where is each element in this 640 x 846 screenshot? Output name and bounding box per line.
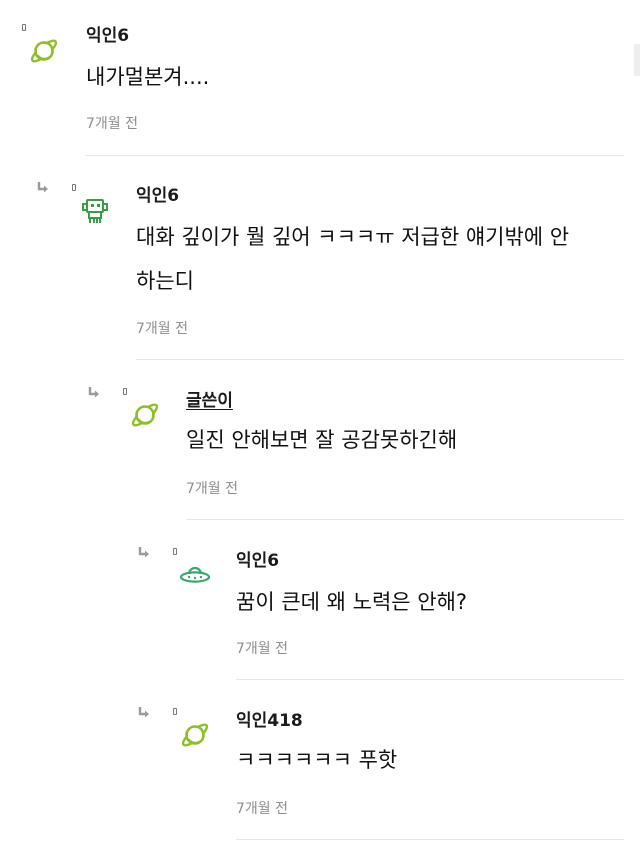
reply-arrow-icon	[137, 545, 151, 559]
comment-timestamp: 7개월 전	[186, 481, 238, 497]
comment-divider	[236, 679, 624, 680]
comment-body: 내가멀본겨....	[86, 58, 209, 96]
comment-author[interactable]: 익인418	[236, 706, 303, 731]
comment-body-line: ㅋㅋㅋㅋㅋㅋ 푸핫	[236, 748, 398, 772]
reply-arrow-icon	[36, 180, 50, 194]
comment-marker-icon	[72, 184, 76, 191]
comment-divider	[86, 155, 624, 156]
comment-body: 꿈이 큰데 왜 노력은 안해?	[236, 583, 467, 621]
comment-divider	[136, 359, 624, 360]
comment-author[interactable]: 익인6	[236, 546, 279, 571]
planet-icon	[128, 398, 162, 432]
comment-timestamp: 7개월 전	[86, 116, 138, 132]
planet-icon	[27, 34, 61, 68]
space-invader-icon	[78, 194, 112, 228]
comment-body-line: 대화 깊이가 뭘 깊어 ㅋㅋㅋㅠ 저급한 얘기밖에 안	[136, 225, 570, 249]
reply-arrow-icon	[137, 705, 151, 719]
comment-divider	[186, 519, 624, 520]
scroll-edge-indicator	[634, 44, 640, 76]
comment-marker-icon	[173, 708, 177, 715]
ufo-icon	[178, 558, 212, 592]
planet-icon	[178, 718, 212, 752]
comment-author[interactable]: 익인6	[86, 21, 129, 46]
comment-author[interactable]: 익인6	[136, 181, 179, 206]
comment-author[interactable]: 글쓴이	[186, 386, 233, 411]
comment-body-line: 하는디	[136, 269, 194, 293]
comment-thread: 익인6 내가멀본겨.... 7개월 전 익인6 대화 깊이가 뭘 깊어 ㅋㅋㅋㅠ…	[0, 0, 640, 846]
comment-body: ㅋㅋㅋㅋㅋㅋ 푸핫	[236, 741, 397, 779]
comment-timestamp: 7개월 전	[236, 641, 288, 657]
reply-arrow-icon	[87, 385, 101, 399]
comment-timestamp: 7개월 전	[236, 801, 288, 817]
comment-divider	[236, 839, 624, 840]
comment-marker-icon	[123, 388, 127, 395]
comment-marker-icon	[22, 24, 26, 31]
comment-timestamp: 7개월 전	[136, 321, 188, 337]
comment-marker-icon	[173, 548, 177, 555]
comment-body-line: 내가멀본겨....	[86, 65, 210, 89]
comment-body-line: 일진 안해보면 잘 공감못하긴해	[186, 428, 458, 452]
comment-body: 대화 깊이가 뭘 깊어 ㅋㅋㅋㅠ 저급한 얘기밖에 안 하는디	[136, 218, 569, 300]
comment-body-line: 꿈이 큰데 왜 노력은 안해?	[236, 590, 468, 614]
comment-body: 일진 안해보면 잘 공감못하긴해	[186, 421, 457, 459]
